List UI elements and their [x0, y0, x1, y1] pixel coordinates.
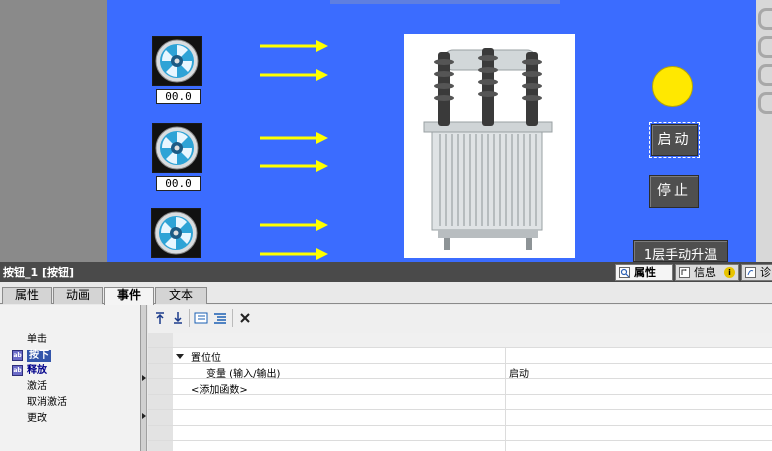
tab-animation[interactable]: 动画: [53, 287, 103, 304]
manual-heat-button[interactable]: 1层手动升温: [633, 240, 728, 262]
tab-text[interactable]: 文本: [155, 287, 207, 304]
function-param-value[interactable]: 启动: [509, 365, 529, 380]
arrow-right-icon: [258, 67, 330, 83]
arrow-right-icon: [258, 38, 330, 54]
tab-inspector-info[interactable]: 信息 i: [675, 264, 739, 281]
grid-line: [148, 363, 772, 364]
info-tab-icon: [679, 267, 690, 278]
edge-glyph: [758, 92, 772, 114]
toolbar-separator: [232, 309, 233, 327]
edge-glyph: [758, 8, 772, 30]
fan-icon[interactable]: [151, 208, 201, 258]
fan-value-field[interactable]: 00.0: [156, 89, 201, 104]
tab-inspector-properties[interactable]: 属性: [615, 264, 673, 281]
arrow-right-icon: [258, 217, 330, 233]
edge-glyph: [758, 36, 772, 58]
indicator-lamp: [652, 66, 693, 107]
collapse-caret-icon[interactable]: [176, 351, 184, 359]
collapse-all-icon[interactable]: [213, 311, 227, 325]
function-name[interactable]: 置位位: [191, 349, 221, 364]
move-down-icon[interactable]: [171, 311, 185, 325]
grid-line: [148, 409, 772, 410]
tab-label: 属性: [634, 266, 656, 279]
grid-line: [148, 440, 772, 441]
properties-icon: [619, 267, 630, 278]
event-press[interactable]: 按下: [27, 350, 51, 362]
expand-all-icon[interactable]: [194, 311, 208, 325]
grid-column-divider: [505, 333, 506, 451]
info-icon: i: [724, 267, 735, 278]
grid-line: [148, 425, 772, 426]
event-click[interactable]: 单击: [27, 334, 47, 346]
event-activate[interactable]: 激活: [27, 381, 47, 393]
fan-icon[interactable]: [152, 123, 202, 173]
delete-icon[interactable]: [238, 311, 252, 325]
arrow-right-icon: [258, 130, 330, 146]
move-up-icon[interactable]: [153, 311, 167, 325]
event-deactivate[interactable]: 取消激活: [27, 397, 67, 409]
start-button[interactable]: 启动: [649, 122, 700, 158]
fan-icon[interactable]: [152, 36, 202, 86]
event-change[interactable]: 更改: [27, 413, 47, 425]
toolbar-separator: [189, 309, 190, 327]
function-param-name: 变量 (输入/输出): [206, 369, 281, 380]
tab-label: 诊: [760, 266, 771, 279]
event-configured-icon: ab: [12, 365, 23, 376]
grid-header-row: [173, 333, 772, 347]
tab-label: 信息: [694, 266, 716, 279]
tab-properties[interactable]: 属性: [2, 287, 52, 304]
screen-title-strip: [330, 0, 560, 4]
event-release[interactable]: 释放: [27, 365, 47, 377]
grid-line: [148, 347, 772, 348]
tab-inspector-diagnostics[interactable]: 诊: [741, 264, 772, 281]
arrow-right-icon: [258, 158, 330, 174]
add-function[interactable]: <添加函数>: [191, 381, 248, 396]
stop-button[interactable]: 停止: [649, 175, 699, 208]
transformer-image[interactable]: [404, 34, 575, 258]
event-configured-icon: ab: [12, 350, 23, 361]
event-list: [0, 305, 141, 451]
edge-glyph: [758, 64, 772, 86]
fan-value-field[interactable]: 00.0: [156, 176, 201, 191]
inspector-title: 按钮_1 [按钮]: [3, 266, 75, 279]
arrow-right-icon: [258, 246, 330, 262]
pane-splitter[interactable]: [141, 305, 147, 451]
tab-events[interactable]: 事件: [104, 287, 154, 305]
grid-row-header-strip: [148, 333, 173, 451]
canvas-right-edge: [756, 0, 772, 262]
diagnostics-icon: [745, 267, 756, 278]
splitter-grip-icon: [142, 375, 146, 419]
